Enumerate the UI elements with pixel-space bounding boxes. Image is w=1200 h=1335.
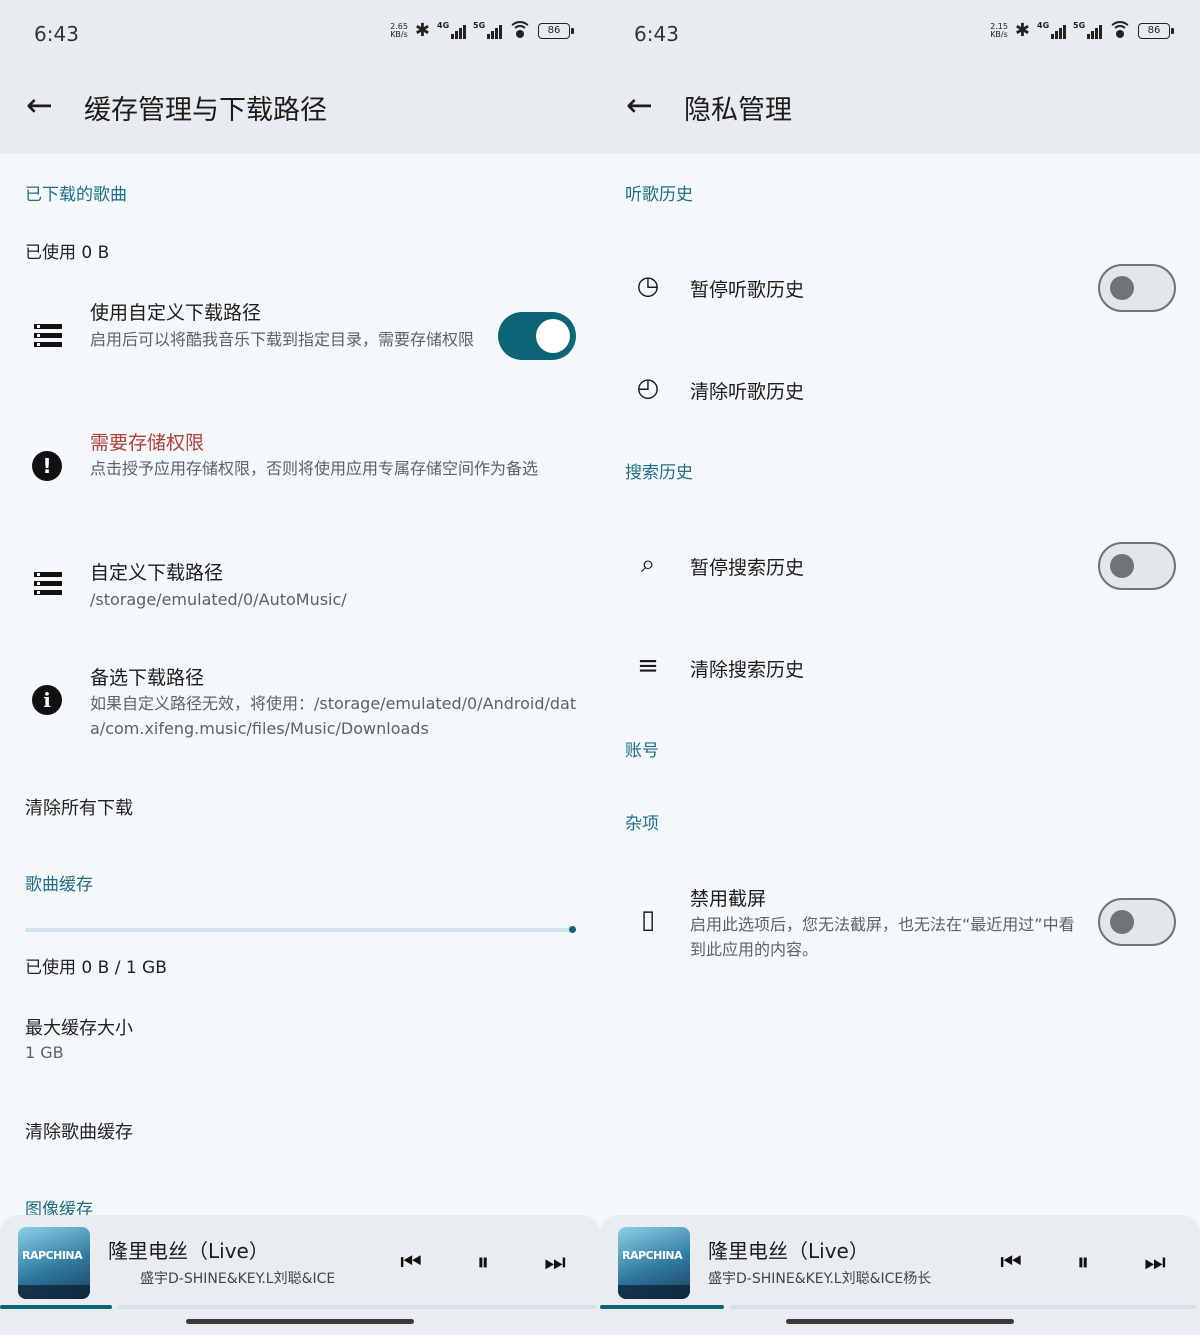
section-song-cache: 歌曲缓存 [25,875,93,895]
clear-listen-history-label: 清除听歌历史 [690,381,805,403]
custom-path-value: /storage/emulated/0/AutoMusic/ [90,590,347,609]
disable-screenshot-title: 禁用截屏 [690,888,767,910]
wifi-icon [1108,21,1132,39]
section-listen-history: 听歌历史 [625,185,693,205]
clear-search-history-label: 清除搜索历史 [690,659,805,681]
disable-screenshot-subtitle: 启用此选项后，您无法截屏，也无法在“最近用过”中看到此应用的内容。 [690,915,1075,959]
page-title: 隐私管理 [684,95,792,126]
history-clear-icon: ◴ [636,373,660,403]
pause-listen-history-switch[interactable] [1098,264,1176,312]
storage-icon [34,572,62,596]
custom-path-title: 自定义下载路径 [90,562,224,584]
song-artist: 盛宇D-SHINE&KEY.L刘聪&ICE杨长 [708,1271,932,1287]
skip-next-icon[interactable]: ⏭ [1140,1245,1170,1279]
mini-player[interactable]: RAPCHINA 隆里电丝（Live） 盛宇D-SHINE&KEY.L刘聪&IC… [600,1215,1200,1335]
bluetooth-icon: ✱ [1014,20,1030,41]
battery-icon: 86 [538,23,574,39]
battery-icon: 86 [1138,23,1174,39]
signal-5g-icon: 5G [473,21,502,39]
section-search-history: 搜索历史 [625,463,693,483]
song-cache-usage-indicator [569,926,576,933]
downloaded-used: 已使用 0 B [25,243,110,263]
signal-5g-icon: 5G [1073,21,1102,39]
pause-listen-history-label: 暂停听歌历史 [690,279,805,301]
mini-player[interactable]: RAPCHINA 隆里电丝（Live） 盛宇D-SHINE&KEY.L刘聪&IC… [0,1215,600,1335]
playback-remaining [118,1305,596,1309]
fallback-path-title: 备选下载路径 [90,667,205,689]
app-bar: 6:43 2.15 KB/s ✱ 4G 5G 86 ← 隐私管理 [600,0,1200,154]
storage-icon [34,324,62,348]
history-icon: ◷ [636,271,660,301]
gesture-bar[interactable] [786,1319,1014,1324]
album-cover[interactable]: RAPCHINA [18,1227,90,1299]
fallback-path-value: 如果自定义路径无效，将使用：/storage/emulated/0/Androi… [90,694,577,738]
song-cache-usage-bar [25,928,575,932]
custom-path-toggle-title: 使用自定义下载路径 [90,302,262,324]
storage-permission-title: 需要存储权限 [90,432,205,454]
section-downloaded-songs: 已下载的歌曲 [25,185,127,205]
song-artist: 盛宇D-SHINE&KEY.L刘聪&ICE [140,1271,336,1287]
playback-progress[interactable] [600,1305,724,1309]
arrow-left-icon[interactable]: ← [26,88,58,124]
skip-previous-icon[interactable]: ⏮ [996,1245,1026,1279]
gesture-bar[interactable] [186,1319,414,1324]
network-speed: 2.65 KB/s [390,22,408,39]
alert-icon: ! [32,451,62,481]
app-bar: 6:43 2.65 KB/s ✱ 4G 5G 86 ← 缓存管理与下载路径 [0,0,600,154]
album-cover[interactable]: RAPCHINA [618,1227,690,1299]
signal-4g-icon: 4G [437,21,466,39]
status-time: 6:43 [634,22,679,46]
clear-all-downloads[interactable]: 清除所有下载 [25,794,133,820]
status-icons: 2.65 KB/s ✱ 4G 5G 86 [390,20,574,41]
section-account: 账号 [625,741,659,761]
status-icons: 2.15 KB/s ✱ 4G 5G 86 [990,20,1174,41]
song-title: 隆里电丝（Live） [708,1239,869,1263]
status-time: 6:43 [34,22,79,46]
signal-4g-icon: 4G [1037,21,1066,39]
skip-previous-icon[interactable]: ⏮ [396,1245,426,1279]
storage-permission-subtitle: 点击授予应用存储权限，否则将使用应用专属存储空间作为备选 [90,459,539,478]
pause-icon[interactable]: ⏸ [1068,1245,1098,1279]
search-off-icon: ⌕ [640,549,656,579]
disable-screenshot-switch[interactable] [1098,898,1176,946]
custom-path-toggle-subtitle: 启用后可以将酷我音乐下载到指定目录，需要存储权限 [90,330,475,349]
custom-path-switch[interactable] [498,312,576,360]
info-icon: i [32,685,62,715]
network-speed: 2.15 KB/s [990,22,1008,39]
song-title: 隆里电丝（Live） [108,1239,269,1263]
song-cache-used: 已使用 0 B / 1 GB [25,958,167,978]
wifi-icon [508,21,532,39]
pause-search-history-label: 暂停搜索历史 [690,557,805,579]
cache-screen: 6:43 2.65 KB/s ✱ 4G 5G 86 ← 缓存管理与下载路径 已下… [0,0,600,1335]
bluetooth-icon: ✱ [414,20,430,41]
clear-song-cache[interactable]: 清除歌曲缓存 [25,1118,133,1144]
pause-search-history-switch[interactable] [1098,542,1176,590]
playback-progress[interactable] [0,1305,112,1309]
privacy-screen: 6:43 2.15 KB/s ✱ 4G 5G 86 ← 隐私管理 听歌历史 ◷ … [600,0,1200,1335]
page-title: 缓存管理与下载路径 [84,95,327,126]
max-cache-title: 最大缓存大小 [25,1018,133,1039]
skip-next-icon[interactable]: ⏭ [540,1245,570,1279]
playback-remaining [730,1305,1196,1309]
phone-screenshot-icon: ▯ [640,905,656,935]
section-misc: 杂项 [625,814,659,834]
max-cache-value: 1 GB [25,1043,64,1062]
pause-icon[interactable]: ⏸ [468,1245,498,1279]
arrow-left-icon[interactable]: ← [626,88,658,124]
clear-all-icon: ≡ [637,651,659,681]
